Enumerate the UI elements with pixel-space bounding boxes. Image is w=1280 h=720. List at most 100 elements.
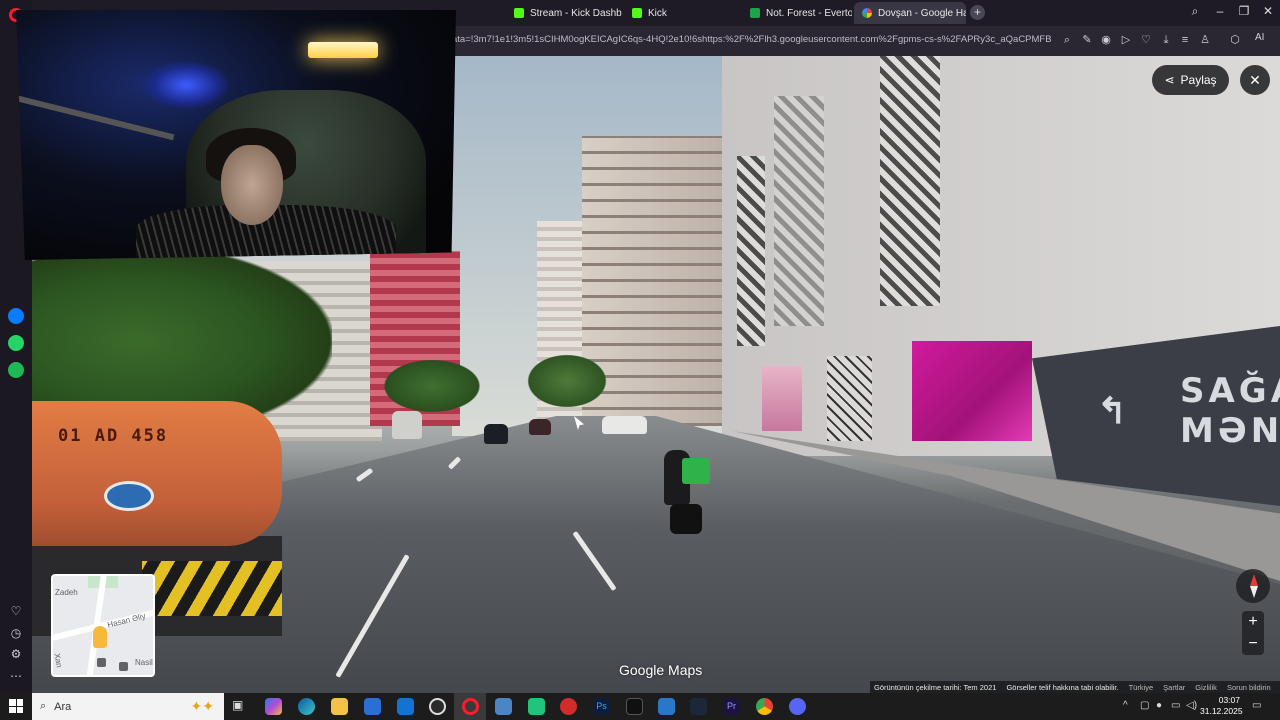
terms-link[interactable]: Şartlar <box>1163 683 1185 692</box>
extension-icon[interactable]: ⬡ <box>1228 33 1242 47</box>
app-icon[interactable] <box>495 698 512 715</box>
compass[interactable] <box>1236 569 1270 603</box>
van <box>392 411 422 439</box>
profile-icon[interactable]: ♙ <box>1198 33 1212 47</box>
ai-button[interactable]: AI <box>1255 32 1264 43</box>
car <box>529 419 551 435</box>
map-label: Zadeh <box>55 588 78 597</box>
streetview-footer: Görüntünün çekilme tarihi: Tem 2021 Görs… <box>870 681 1280 693</box>
mic-icon[interactable]: ● <box>1156 700 1162 711</box>
zoom-icon[interactable]: ⌕ <box>1060 33 1074 47</box>
outlook-icon[interactable] <box>397 698 414 715</box>
copilot-icon[interactable] <box>265 698 282 715</box>
spotify-icon[interactable] <box>8 362 24 378</box>
close-icon: ✕ <box>1249 72 1261 88</box>
windows-start-icon[interactable] <box>9 699 23 713</box>
camera-icon[interactable]: ◉ <box>1099 33 1113 47</box>
taskbar-search[interactable]: ⌕ Ara ✦✦ <box>32 693 224 720</box>
store-icon[interactable] <box>364 698 381 715</box>
premiere-icon[interactable]: Pr <box>723 698 740 715</box>
whatsapp-icon[interactable] <box>8 335 24 351</box>
clock-date: 31.12.2025 <box>1200 706 1243 716</box>
trees <box>377 356 487 416</box>
tab-label: Dovşan - Google Haritalar <box>878 7 966 19</box>
network-icon[interactable]: ▭ <box>1171 700 1180 711</box>
tray-expand-icon[interactable]: ^ <box>1123 700 1128 711</box>
heart-icon[interactable]: ♡ <box>1139 33 1153 47</box>
notification-icon[interactable]: ▭ <box>1252 700 1261 711</box>
facade-lattice <box>737 156 765 346</box>
streamer-face <box>221 145 283 225</box>
sparkle-icon: ✦✦ <box>190 698 214 714</box>
more-icon[interactable]: ⋯ <box>9 669 23 683</box>
terminal-icon[interactable] <box>626 698 643 715</box>
scooter <box>660 446 710 536</box>
url-field[interactable]: ata=!3m7!1e1!3m5!1sCIHM0ogKEICAgIC6qs-4H… <box>452 34 1052 45</box>
facade-lattice <box>880 56 940 306</box>
obs-icon[interactable] <box>429 698 446 715</box>
steam-icon[interactable] <box>690 698 707 715</box>
menu-icon[interactable]: ≡ <box>1178 33 1192 47</box>
webcam-overlay <box>16 10 456 260</box>
zoom-out-button[interactable]: − <box>1242 633 1264 655</box>
tray-app-icon[interactable]: ▢ <box>1140 700 1149 711</box>
share-button[interactable]: ⋖ Paylaş <box>1152 65 1229 95</box>
share-icon: ⋖ <box>1164 73 1175 87</box>
close-streetview-button[interactable]: ✕ <box>1240 65 1270 95</box>
messenger-icon[interactable] <box>8 308 24 324</box>
tab-kick[interactable]: Kick <box>624 2 736 24</box>
task-view-icon[interactable]: ▣ <box>232 698 249 715</box>
maximize-icon[interactable]: ❐ <box>1234 4 1254 18</box>
photoshop-icon[interactable]: Ps <box>593 698 610 715</box>
tanker-truck <box>32 401 282 546</box>
capture-date: Görüntünün çekilme tarihi: Tem 2021 <box>874 682 997 692</box>
clock[interactable]: 03:07 31.12.2025 <box>1200 695 1243 717</box>
shop-door <box>827 356 872 441</box>
tab-google-maps[interactable]: Dovşan - Google Haritalar <box>854 2 966 24</box>
edit-icon[interactable]: ✎ <box>1080 33 1094 47</box>
report-link[interactable]: Sorun bildirin <box>1227 683 1271 692</box>
history-icon[interactable]: ◷ <box>9 626 23 640</box>
heart-icon[interactable]: ♡ <box>9 604 23 618</box>
football-icon <box>750 8 760 18</box>
search-tabs-icon[interactable]: ⌕ <box>1185 4 1205 19</box>
hazard-stripes <box>142 561 282 616</box>
maps-icon <box>862 8 872 18</box>
chrome-icon[interactable] <box>756 698 773 715</box>
settings-icon[interactable]: ⚙ <box>9 647 23 661</box>
download-icon[interactable]: ⤓ <box>1159 33 1173 47</box>
tab-forest-everton[interactable]: Not. Forest - Everton | Ido <box>742 2 852 24</box>
edge-icon[interactable] <box>298 698 315 715</box>
bus-stop-icon <box>97 658 106 667</box>
tab-kick-dashboard[interactable]: Stream - Kick Dashboard <box>506 2 622 24</box>
app-icon[interactable] <box>560 698 577 715</box>
copyright-link[interactable]: Görseller telif hakkına tabi olabilir. <box>1006 683 1118 692</box>
volume-icon[interactable]: ◁) <box>1186 700 1197 711</box>
kick-icon <box>514 8 524 18</box>
map-label: Hasan Əliy <box>106 611 147 630</box>
new-tab-button[interactable]: + <box>970 5 985 20</box>
lamp <box>308 42 378 58</box>
minimap[interactable]: Zadeh Hasan Əliy Xan Nasil <box>51 574 155 677</box>
delivery-box <box>682 458 710 484</box>
kick-icon <box>632 8 642 18</box>
discord-icon[interactable] <box>789 698 806 715</box>
compass-north-icon <box>1250 574 1258 586</box>
privacy-link[interactable]: Gizlilik <box>1195 683 1217 692</box>
sign-text: MƏN <box>1180 411 1280 451</box>
region-link[interactable]: Türkiye <box>1129 683 1154 692</box>
send-icon[interactable]: ▷ <box>1119 33 1133 47</box>
zoom-control: + − <box>1242 611 1264 655</box>
app-icon[interactable] <box>658 698 675 715</box>
minimize-icon[interactable]: – <box>1210 4 1230 18</box>
search-icon: ⌕ <box>40 700 47 712</box>
tab-label: Kick <box>648 7 667 19</box>
file-explorer-icon[interactable] <box>331 698 348 715</box>
tab-label: Stream - Kick Dashboard <box>530 7 622 19</box>
app-icon[interactable] <box>528 698 545 715</box>
storefront-pink <box>912 341 1032 441</box>
opera-icon[interactable] <box>462 698 479 715</box>
pegman-icon[interactable] <box>93 626 107 648</box>
zoom-in-button[interactable]: + <box>1242 611 1264 633</box>
close-window-icon[interactable]: ✕ <box>1258 4 1278 18</box>
